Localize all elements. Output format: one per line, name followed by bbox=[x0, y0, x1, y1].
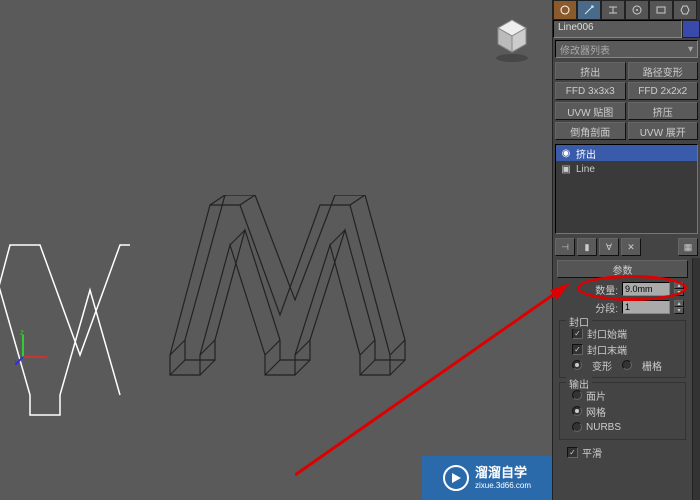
modifier-list-label: 修改器列表 bbox=[560, 42, 610, 57]
mesh-label: 网格 bbox=[586, 404, 606, 419]
axis-gizmo[interactable]: z x y bbox=[15, 330, 45, 360]
ffd3-button[interactable]: FFD 3x3x3 bbox=[555, 82, 626, 100]
remove-modifier-button[interactable]: ✕ bbox=[621, 238, 641, 256]
display-tab[interactable] bbox=[649, 0, 673, 20]
pin-stack-button[interactable]: ⊣ bbox=[555, 238, 575, 256]
extrude-button[interactable]: 挤出 bbox=[555, 62, 626, 80]
cap-group-label: 封口 bbox=[566, 314, 592, 329]
panel-tabs bbox=[553, 0, 700, 20]
mesh-radio[interactable] bbox=[572, 406, 582, 416]
mesh-object-m[interactable] bbox=[150, 195, 410, 385]
smooth-label: 平滑 bbox=[582, 445, 602, 460]
show-end-result-button[interactable]: ▮ bbox=[577, 238, 597, 256]
amount-down-button[interactable]: ▾ bbox=[674, 289, 684, 296]
configure-sets-button[interactable]: ▦ bbox=[678, 238, 698, 256]
object-name-field[interactable]: Line006 bbox=[553, 20, 682, 38]
output-group: 输出 面片 网格 NURBS bbox=[559, 382, 686, 440]
watermark: 溜溜自学 zixue.3d66.com bbox=[422, 456, 552, 500]
stack-tools: ⊣ ▮ ∀ ✕ ▦ bbox=[553, 236, 700, 258]
modify-tab[interactable] bbox=[577, 0, 601, 20]
amount-spinner[interactable]: 9.0mm bbox=[622, 282, 670, 296]
squeeze-button[interactable]: 挤压 bbox=[628, 102, 699, 120]
amount-label: 数量: bbox=[595, 282, 618, 297]
grid-radio[interactable] bbox=[622, 360, 632, 370]
object-color-swatch[interactable] bbox=[682, 20, 700, 38]
watermark-url: zixue.3d66.com bbox=[475, 481, 531, 491]
stack-item-label: 挤出 bbox=[576, 146, 596, 161]
modifier-list-dropdown[interactable]: 修改器列表 ▾ bbox=[555, 40, 698, 58]
morph-radio[interactable] bbox=[572, 360, 582, 370]
segments-up-button[interactable]: ▴ bbox=[674, 300, 684, 307]
ffd2-button[interactable]: FFD 2x2x2 bbox=[628, 82, 699, 100]
path-deform-button[interactable]: 路径变形 bbox=[628, 62, 699, 80]
uvw-unwrap-button[interactable]: UVW 展开 bbox=[628, 122, 699, 140]
cap-start-checkbox[interactable]: ✓ bbox=[572, 328, 583, 339]
grid-label: 栅格 bbox=[642, 358, 662, 373]
command-panel: Line006 修改器列表 ▾ 挤出 路径变形 FFD 3x3x3 FFD 2x… bbox=[552, 0, 700, 500]
stack-item-extrude[interactable]: ◉ 挤出 bbox=[556, 145, 697, 161]
params-rollout-header[interactable]: 参数 bbox=[557, 260, 688, 278]
create-tab[interactable] bbox=[553, 0, 577, 20]
motion-tab[interactable] bbox=[625, 0, 649, 20]
chamfer-button[interactable]: 倒角剖面 bbox=[555, 122, 626, 140]
segments-label: 分段: bbox=[595, 300, 618, 315]
hierarchy-tab[interactable] bbox=[601, 0, 625, 20]
view-cube[interactable] bbox=[492, 20, 532, 60]
segments-spinner[interactable]: 1 bbox=[622, 300, 670, 314]
face-radio[interactable] bbox=[572, 390, 582, 400]
stack-item-label: Line bbox=[576, 164, 595, 175]
utilities-tab[interactable] bbox=[673, 0, 697, 20]
modifier-buttons: 挤出 路径变形 FFD 3x3x3 FFD 2x2x2 UVW 贴图 挤压 倒角… bbox=[553, 60, 700, 142]
morph-label: 变形 bbox=[592, 358, 612, 373]
amount-row: 数量: 9.0mm ▴ ▾ bbox=[553, 280, 692, 298]
make-unique-button[interactable]: ∀ bbox=[599, 238, 619, 256]
segments-down-button[interactable]: ▾ bbox=[674, 307, 684, 314]
cap-start-label: 封口始端 bbox=[587, 326, 627, 341]
play-icon bbox=[443, 465, 469, 491]
cap-end-checkbox[interactable]: ✓ bbox=[572, 344, 583, 355]
chevron-down-icon: ▾ bbox=[688, 44, 693, 55]
cap-group: 封口 ✓ 封口始端 ✓ 封口末端 变形 栅格 bbox=[559, 320, 686, 378]
svg-text:y: y bbox=[15, 358, 19, 365]
nurbs-label: NURBS bbox=[586, 422, 621, 433]
svg-text:z: z bbox=[20, 330, 24, 337]
modifier-stack[interactable]: ◉ 挤出 ▣ Line bbox=[555, 144, 698, 234]
watermark-title: 溜溜自学 bbox=[475, 465, 531, 481]
stack-item-line[interactable]: ▣ Line bbox=[556, 161, 697, 177]
smooth-checkbox[interactable]: ✓ bbox=[567, 447, 578, 458]
expand-icon[interactable]: ▣ bbox=[560, 163, 572, 175]
viewport[interactable]: z x y bbox=[0, 0, 552, 500]
svg-text:x: x bbox=[45, 353, 49, 362]
eye-icon[interactable]: ◉ bbox=[560, 147, 572, 159]
nurbs-radio[interactable] bbox=[572, 422, 582, 432]
cap-end-label: 封口末端 bbox=[587, 342, 627, 357]
output-group-label: 输出 bbox=[566, 376, 592, 391]
amount-up-button[interactable]: ▴ bbox=[674, 282, 684, 289]
panel-scrollbar[interactable] bbox=[692, 258, 700, 500]
uvw-map-button[interactable]: UVW 贴图 bbox=[555, 102, 626, 120]
